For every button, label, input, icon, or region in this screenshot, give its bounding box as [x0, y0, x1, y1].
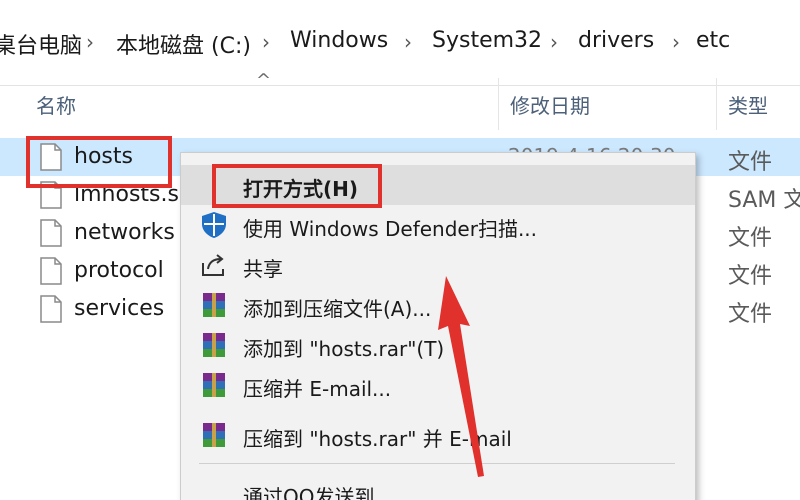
menu-item-defender-scan[interactable]: 使用 Windows Defender扫描...: [181, 205, 695, 245]
sort-ascending-icon: ^: [256, 70, 272, 91]
file-type: 文件: [728, 264, 773, 289]
winrar-icon: [203, 423, 225, 447]
menu-item-label: 共享: [243, 257, 283, 281]
file-type: 文件: [728, 150, 773, 175]
chevron-right-icon[interactable]: ›: [550, 30, 558, 54]
column-divider[interactable]: [716, 78, 717, 130]
breadcrumb-item-this-pc[interactable]: 桌台电脑: [0, 28, 82, 60]
winrar-icon: [203, 333, 225, 357]
breadcrumb-item-system32[interactable]: System32: [432, 28, 542, 53]
menu-item-label: 压缩到 "hosts.rar" 并 E-mail: [243, 427, 512, 451]
file-type: 文件: [728, 302, 773, 327]
menu-item-compress-to-hosts-rar-email[interactable]: 压缩到 "hosts.rar" 并 E-mail: [181, 415, 695, 455]
menu-item-label: 通过QQ发送到: [243, 485, 375, 500]
menu-item-add-to-archive[interactable]: 添加到压缩文件(A)...: [181, 285, 695, 325]
winrar-icon: [203, 293, 225, 317]
menu-item-send-via-qq[interactable]: 通过QQ发送到: [181, 473, 695, 500]
windows-defender-shield-icon: [202, 212, 226, 238]
chevron-right-icon[interactable]: ›: [404, 30, 412, 54]
document-icon: [40, 257, 62, 285]
column-header-bar: [0, 86, 800, 130]
chevron-right-icon[interactable]: ›: [262, 30, 270, 54]
annotation-highlight-open-with: [212, 164, 382, 208]
column-header-date-modified[interactable]: 修改日期: [510, 90, 590, 119]
menu-item-label: 压缩并 E-mail...: [243, 377, 392, 401]
winrar-icon: [203, 373, 225, 397]
breadcrumb-item-windows[interactable]: Windows: [290, 28, 388, 53]
column-divider[interactable]: [498, 78, 499, 130]
menu-item-add-to-hosts-rar[interactable]: 添加到 "hosts.rar"(T): [181, 325, 695, 365]
document-icon: [40, 219, 62, 247]
menu-item-label: 添加到压缩文件(A)...: [243, 297, 432, 321]
menu-separator: [199, 463, 675, 464]
breadcrumb-item-local-disk[interactable]: 本地磁盘 (C:): [116, 28, 251, 60]
breadcrumb-item-drivers[interactable]: drivers: [578, 28, 654, 53]
menu-item-share[interactable]: 共享: [181, 245, 695, 285]
chevron-right-icon[interactable]: ›: [672, 30, 680, 54]
document-icon: [40, 295, 62, 323]
share-icon: [202, 254, 224, 276]
chevron-right-icon[interactable]: ›: [86, 30, 94, 54]
breadcrumb-item-etc[interactable]: etc: [696, 28, 730, 53]
address-bar[interactable]: 桌台电脑 › 本地磁盘 (C:) › Windows › System32 › …: [0, 0, 800, 86]
annotation-highlight-hosts: [26, 136, 172, 188]
file-type: 文件: [728, 226, 773, 251]
file-type: SAM 文: [728, 188, 800, 213]
column-header-type[interactable]: 类型: [728, 90, 768, 119]
menu-item-compress-and-email[interactable]: 压缩并 E-mail...: [181, 365, 695, 405]
column-header-name[interactable]: 名称: [36, 90, 76, 119]
menu-item-label: 使用 Windows Defender扫描...: [243, 217, 538, 241]
file-name: networks: [74, 220, 175, 245]
file-name: services: [74, 296, 165, 321]
menu-item-label: 添加到 "hosts.rar"(T): [243, 337, 445, 361]
file-name: protocol: [74, 258, 164, 283]
